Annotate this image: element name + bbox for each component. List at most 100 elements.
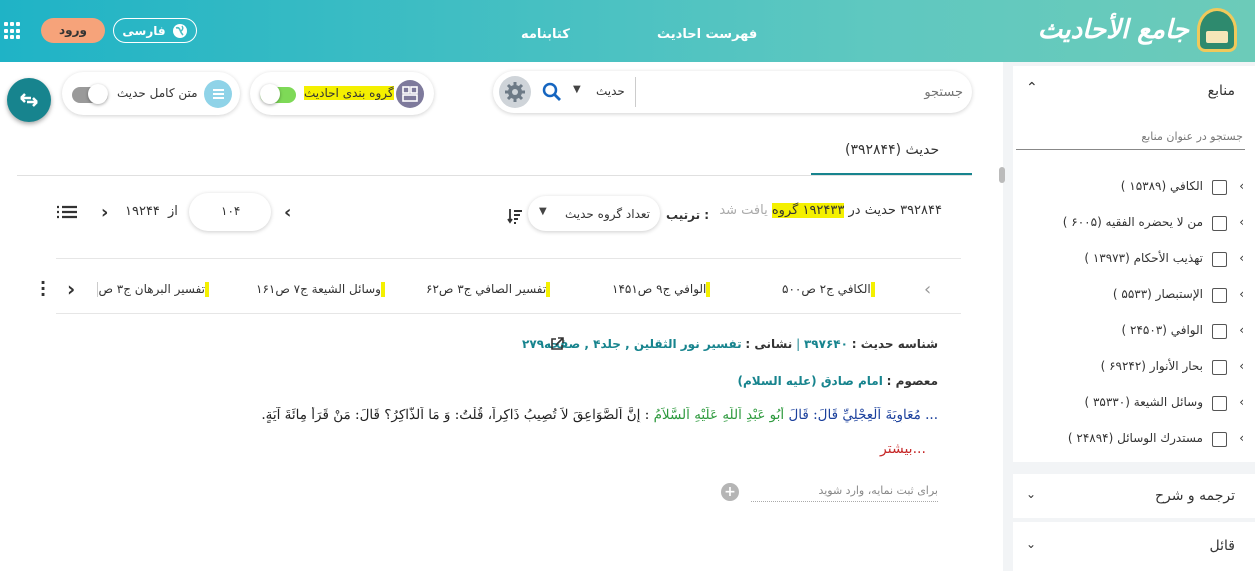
note-field[interactable]: برای ثبت نمایه، وارد شوید <box>751 482 938 502</box>
chevron-down-icon: ⌄ <box>1026 537 1037 551</box>
sort-select[interactable]: ▼ تعداد گروه حدیث <box>528 196 660 231</box>
note-placeholder: برای ثبت نمایه، وارد شوید <box>818 484 938 497</box>
more-vert-icon[interactable]: · · · <box>40 275 46 303</box>
source-item-label: الكافي (۱۵۳۸۹ ) <box>1120 179 1203 193</box>
chevron-down-icon: ▼ <box>539 206 547 217</box>
source-tab[interactable]: تفسير البرهان ج۳ ص۹ <box>97 282 209 297</box>
settings-button[interactable] <box>499 76 531 108</box>
full-text-toggle[interactable] <box>72 84 108 104</box>
sort-value: تعداد گروه حدیث <box>565 207 650 221</box>
page-input[interactable]: ۱۰۴ <box>189 193 271 231</box>
source-item[interactable]: ‹ الوافي (۲۴۵۰۳ ) <box>1013 320 1249 344</box>
login-button[interactable]: ورود <box>41 18 105 43</box>
source-item-label: مستدرك الوسائل (۲۴۸۹۴ ) <box>1067 431 1203 445</box>
site-logo[interactable]: جامع الأحادیث <box>1038 6 1237 54</box>
source-checkbox[interactable] <box>1212 360 1227 375</box>
tabs-scroll-left-icon[interactable]: ‹ <box>924 279 931 300</box>
source-item-label: وسائل الشيعة (۳۵۳۳۰ ) <box>1084 395 1203 409</box>
source-tab[interactable]: الكافي ج۲ ص۵۰۰ <box>782 282 875 297</box>
sources-title: منابع <box>1207 83 1235 99</box>
source-checkbox[interactable] <box>1212 216 1227 231</box>
top-header: جامع الأحادیث فهرست احادیث کتابنامه ورود… <box>0 0 1255 62</box>
chevron-left-icon[interactable]: ‹ <box>1239 431 1244 445</box>
source-checkbox[interactable] <box>1212 432 1227 447</box>
prev-page-icon[interactable]: ‹ <box>284 202 291 223</box>
page-of-label: از <box>168 204 178 219</box>
more-link[interactable]: بیشتر... <box>880 441 926 457</box>
language-button[interactable]: فارسی <box>113 18 197 43</box>
masoom-line: معصوم : امام صادق (علیه السلام) <box>700 374 939 388</box>
source-item-label: من لا يحضره الفقيه (۶۰۰۵ ) <box>1062 215 1203 229</box>
chevron-down-icon[interactable]: ▼ <box>573 84 581 95</box>
chevron-left-icon[interactable]: ‹ <box>1239 323 1244 337</box>
chevron-left-icon[interactable]: ‹ <box>1239 359 1244 373</box>
sidebar-scrollbar[interactable] <box>999 167 1005 183</box>
globe-icon <box>172 23 187 38</box>
summary-found: یافت شد <box>719 203 768 218</box>
source-search-input[interactable]: جستجو در عنوان منابع <box>1016 128 1245 150</box>
source-checkbox[interactable] <box>1212 252 1227 267</box>
group-toggle[interactable] <box>260 84 296 104</box>
search-type-value[interactable]: حدیث <box>596 84 625 98</box>
tabs-scroll-right-icon[interactable]: › <box>67 277 75 301</box>
page-current: ۱۰۴ <box>221 204 241 218</box>
logo-text: جامع الأحادیث <box>1037 15 1189 45</box>
sort-order-icon[interactable] <box>507 207 523 225</box>
source-item-label: بحار الأنوار (۶۹۲۴۲ ) <box>1100 359 1203 373</box>
source-checkbox[interactable] <box>1212 324 1227 339</box>
source-tab[interactable]: الوافي ج۹ ص۱۴۵۱ <box>612 282 711 297</box>
source-item[interactable]: ‹ الإستبصار (۵۵۳۳ ) <box>1013 284 1249 308</box>
hadith-narrator: ... مُعَاوِيَةَ اَلْعِجْلِيِّ قَالَ: قَا… <box>788 407 938 423</box>
tab-divider <box>17 175 972 176</box>
filters-sidebar: منابع ⌃ جستجو در عنوان منابع ترجمه و شرح… <box>999 62 1255 571</box>
hadith-meta-line: شناسه حدیث : ۳۹۷۶۴۰ | نشانی : تفسير نور … <box>522 337 938 351</box>
apps-grid-icon[interactable] <box>4 22 22 40</box>
source-item-label: تهذيب الأحكام (۱۳۹۷۳ ) <box>1084 251 1203 265</box>
list-menu-icon[interactable] <box>57 205 77 219</box>
source-item[interactable]: ‹ مستدرك الوسائل (۲۴۸۹۴ ) <box>1013 428 1249 452</box>
translation-title: ترجمه و شرح <box>1154 488 1235 504</box>
source-item[interactable]: ‹ الكافي (۱۵۳۸۹ ) <box>1013 176 1249 200</box>
source-item[interactable]: ‹ بحار الأنوار (۶۹۲۴۲ ) <box>1013 356 1249 380</box>
translation-panel[interactable]: ترجمه و شرح ⌄ <box>1013 474 1255 518</box>
full-text-label: متن کامل حدیث <box>117 86 198 100</box>
source-item[interactable]: ‹ من لا يحضره الفقيه (۶۰۰۵ ) <box>1013 212 1249 236</box>
source-tab[interactable]: وسائل الشيعة ج۷ ص۱۶۱ <box>256 282 385 297</box>
chevron-up-icon[interactable]: ⌃ <box>1026 80 1038 96</box>
source-checkbox[interactable] <box>1212 288 1227 303</box>
hadith-id-label: شناسه حدیث : <box>851 337 938 351</box>
language-label: فارسی <box>122 23 166 38</box>
summary-count: ۳۹۲۸۴۴ حدیث در <box>848 203 942 218</box>
hadith-text: ... مُعَاوِيَةَ اَلْعِجْلِيِّ قَالَ: قَا… <box>240 407 938 423</box>
source-checkbox[interactable] <box>1212 180 1227 195</box>
masoom-value[interactable]: امام صادق (علیه السلام) <box>738 374 883 388</box>
source-item-label: الإستبصار (۵۵۳۳ ) <box>1112 287 1203 301</box>
nav-bibliography[interactable]: کتابنامه <box>521 27 570 42</box>
swap-layout-button[interactable] <box>7 78 51 122</box>
next-page-icon[interactable]: › <box>101 202 108 223</box>
source-item[interactable]: ‹ وسائل الشيعة (۳۵۳۳۰ ) <box>1013 392 1249 416</box>
chevron-left-icon[interactable]: ‹ <box>1239 179 1244 193</box>
chevron-left-icon[interactable]: ‹ <box>1239 395 1244 409</box>
group-label: گروه بندی احادیث <box>304 86 394 100</box>
external-link-icon[interactable] <box>550 337 564 351</box>
search-divider <box>635 77 636 107</box>
search-icon[interactable] <box>542 82 562 102</box>
tab-hadith-results[interactable]: حدیث (۳۹۲۸۴۴) <box>811 130 972 175</box>
source-checkbox[interactable] <box>1212 396 1227 411</box>
sort-label: ترتیب : <box>666 208 710 222</box>
nav-hadith-list[interactable]: فهرست احادیث <box>657 27 757 42</box>
speaker-panel[interactable]: قائل ⌄ <box>1013 522 1255 571</box>
add-note-icon[interactable]: + <box>721 483 739 501</box>
hadith-body: : إِنَّ اَلصَّوَاعِقَ لاَ تُصِيبُ ذَاكِر… <box>261 407 650 423</box>
full-text-icon <box>204 80 232 108</box>
chevron-left-icon[interactable]: ‹ <box>1239 287 1244 301</box>
group-toggle-pill: گروه بندی احادیث <box>250 72 434 115</box>
chevron-left-icon[interactable]: ‹ <box>1239 215 1244 229</box>
source-item[interactable]: ‹ تهذيب الأحكام (۱۳۹۷۳ ) <box>1013 248 1249 272</box>
search-input[interactable] <box>643 79 963 105</box>
chevron-left-icon[interactable]: ‹ <box>1239 251 1244 265</box>
source-tab[interactable]: تفسير الصافي ج۳ ص۶۲ <box>426 282 551 297</box>
search-bar: حدیث ▼ <box>493 71 972 113</box>
results-summary: ۳۹۲۸۴۴ حدیث در ۱۹۲۴۳۳ گروه یافت شد <box>719 203 942 218</box>
